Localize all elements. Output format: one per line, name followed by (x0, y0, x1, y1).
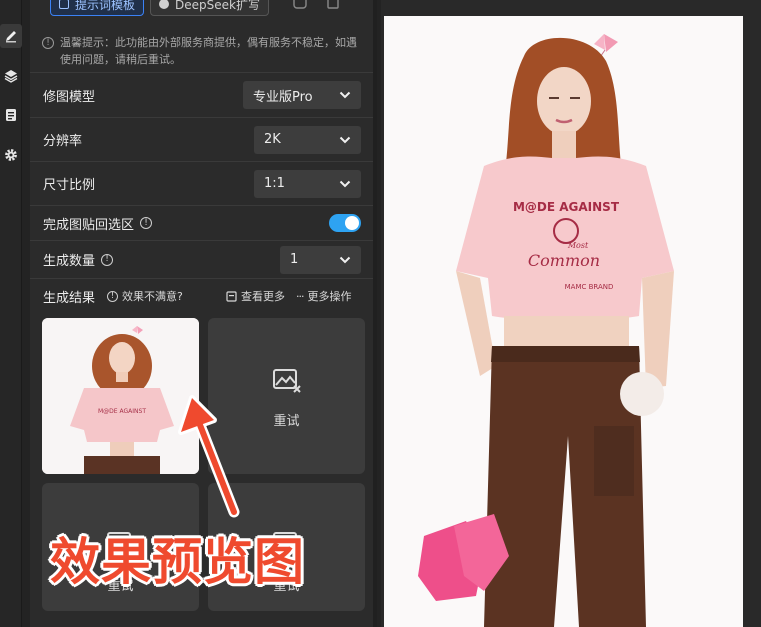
preview-caption: 效果预览图 (50, 533, 305, 591)
